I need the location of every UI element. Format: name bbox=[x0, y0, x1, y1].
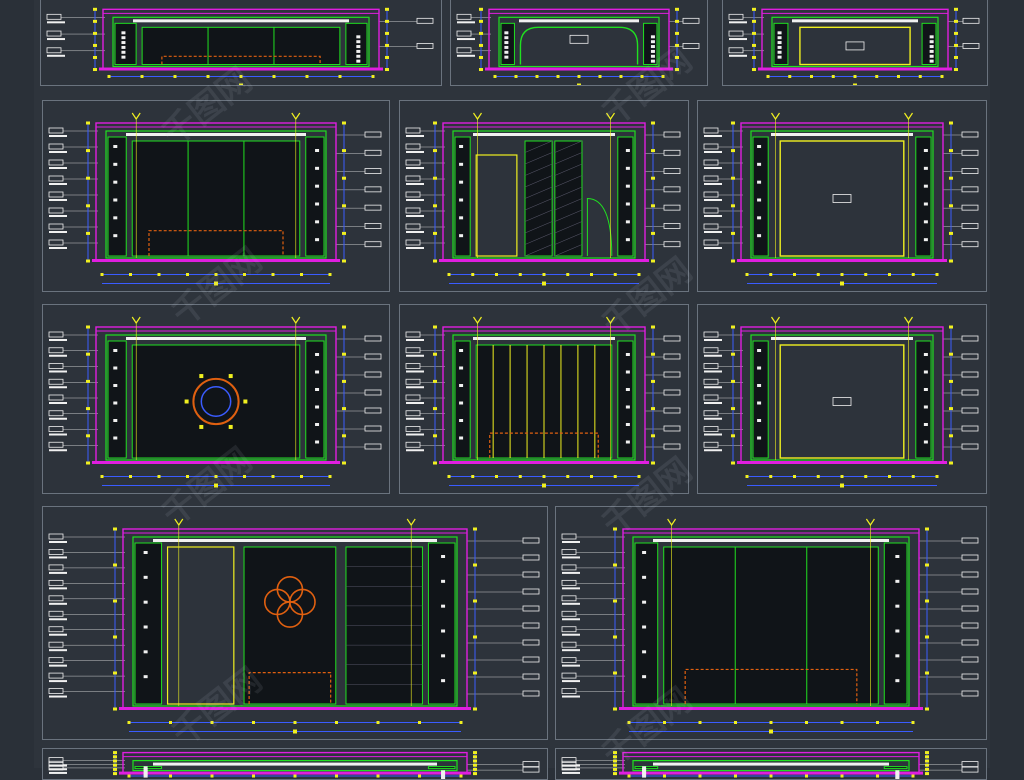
elevation-drawing bbox=[43, 507, 547, 739]
elevation-panel-7 bbox=[42, 304, 390, 494]
elevation-drawing bbox=[400, 305, 688, 493]
elevation-panel-10 bbox=[42, 506, 548, 740]
elevation-panel-4 bbox=[42, 100, 390, 292]
elevation-panel-5 bbox=[399, 100, 689, 292]
elevation-drawing bbox=[556, 749, 986, 779]
elevation-panel-2 bbox=[450, 0, 708, 86]
elevation-panel-1 bbox=[40, 0, 442, 86]
elevation-panel-8 bbox=[399, 304, 689, 494]
elevation-drawing bbox=[43, 749, 547, 779]
elevation-drawing bbox=[723, 0, 987, 85]
elevation-panel-13 bbox=[555, 748, 987, 780]
elevation-panel-12 bbox=[42, 748, 548, 780]
elevation-drawing bbox=[43, 305, 389, 493]
elevation-panel-11 bbox=[555, 506, 987, 740]
elevation-drawing bbox=[698, 101, 986, 291]
elevation-panel-6 bbox=[697, 100, 987, 292]
elevation-panel-9 bbox=[697, 304, 987, 494]
elevation-panel-3 bbox=[722, 0, 988, 86]
elevation-drawing bbox=[41, 0, 441, 85]
drawing-sheet: 千图网 千图网 千图网 千图网 千图网 千图网 千图网 千图网 bbox=[34, 0, 990, 768]
elevation-drawing bbox=[400, 101, 688, 291]
elevation-drawing bbox=[43, 101, 389, 291]
elevation-drawing bbox=[556, 507, 986, 739]
elevation-drawing bbox=[698, 305, 986, 493]
elevation-drawing bbox=[451, 0, 707, 85]
